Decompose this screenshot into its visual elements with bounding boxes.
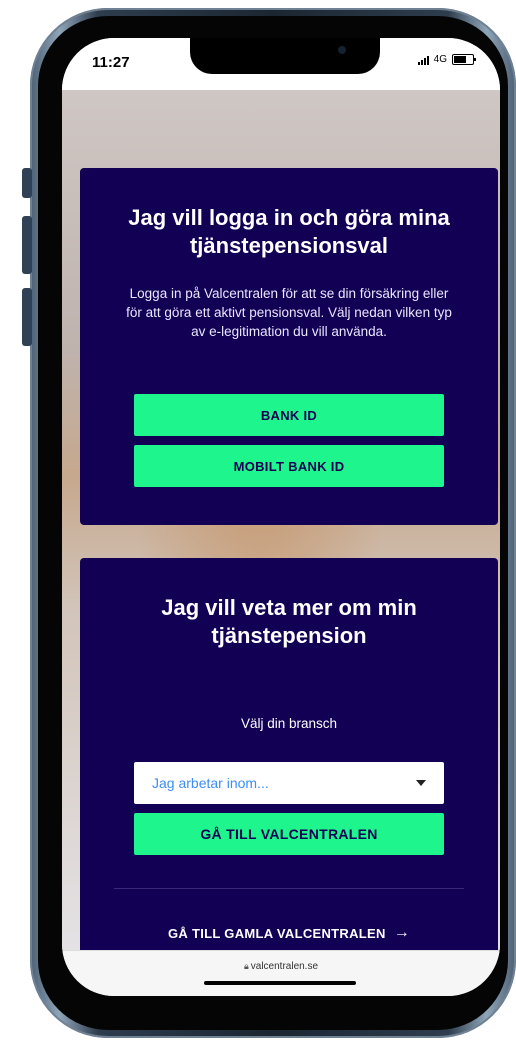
- arrow-right-icon: →: [393, 924, 411, 941]
- background-photo: Jag vill logga in och göra mina tjänstep…: [62, 90, 500, 982]
- network-label: 4G: [433, 54, 447, 65]
- volume-down-button: [22, 288, 32, 346]
- branch-select-value: Jag arbetar inom...: [152, 775, 269, 791]
- mute-switch: [22, 168, 32, 198]
- login-card-description: Logga in på Valcentralen för att se din …: [126, 286, 452, 339]
- battery-icon: [452, 54, 476, 65]
- branch-label: Välj din bransch: [240, 716, 338, 731]
- old-valcentralen-label: GÅ TILL GAMLA VALCENTRALEN: [167, 925, 386, 941]
- branch-select[interactable]: Jag arbetar inom...: [134, 762, 444, 804]
- bankid-button[interactable]: BANK ID: [134, 394, 444, 436]
- status-indicators: 4G: [417, 54, 476, 65]
- camera-icon: [338, 46, 346, 54]
- url-text: valcentralen.se: [250, 961, 319, 972]
- info-card: Jag vill veta mer om min tjänstepension …: [80, 558, 498, 982]
- divider: [114, 888, 464, 889]
- volume-up-button: [22, 216, 32, 274]
- old-valcentralen-link[interactable]: GÅ TILL GAMLA VALCENTRALEN →: [80, 924, 498, 942]
- home-indicator: [204, 981, 356, 985]
- notch: [190, 38, 380, 74]
- chevron-down-icon: [416, 780, 426, 786]
- mobilt-bankid-button[interactable]: MOBILT BANK ID: [134, 445, 444, 487]
- url-display: 🔒︎ valcentralen.se: [62, 961, 500, 972]
- status-time: 11:27: [92, 54, 130, 71]
- lock-icon: 🔒︎: [243, 961, 249, 971]
- go-to-valcentralen-button[interactable]: GÅ TILL VALCENTRALEN: [134, 813, 444, 855]
- login-card: Jag vill logga in och göra mina tjänstep…: [80, 168, 498, 525]
- signal-icon: [417, 55, 429, 65]
- phone-screen: 11:27 4G Jag vill logga in och göra mina…: [62, 38, 500, 996]
- browser-url-bar[interactable]: 🔒︎ valcentralen.se: [62, 950, 500, 996]
- info-card-title: Jag vill veta mer om min tjänstepension: [161, 595, 417, 648]
- login-card-title: Jag vill logga in och göra mina tjänstep…: [128, 205, 450, 258]
